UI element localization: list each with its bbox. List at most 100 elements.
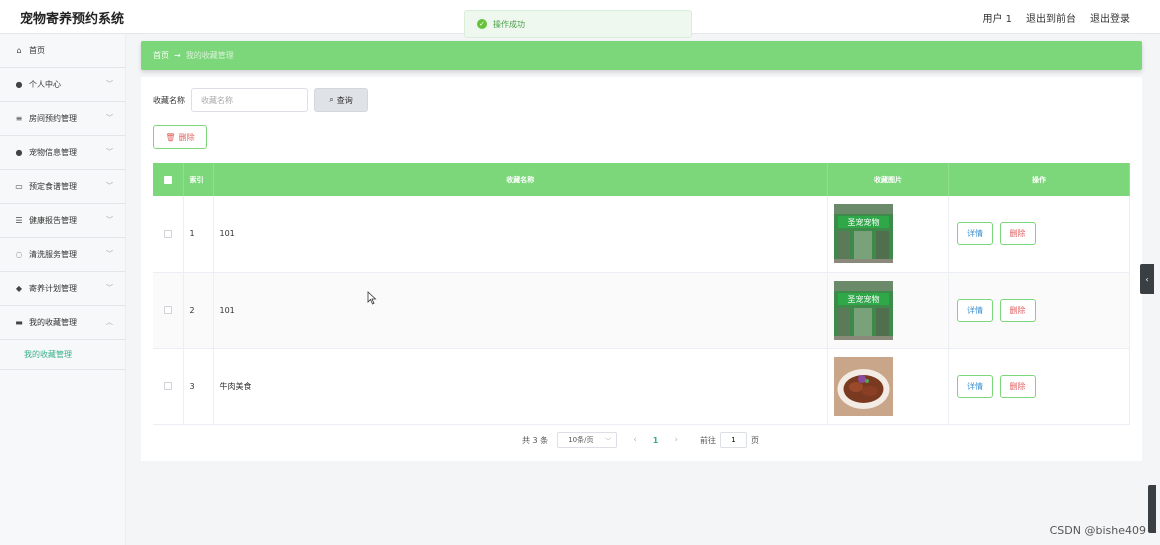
- watermark: CSDN @bishe409: [1049, 524, 1146, 537]
- search-icon: ⌕: [329, 95, 334, 104]
- page-size-select[interactable]: 10条/页 ﹀: [557, 432, 618, 448]
- row-ops-cell: 详情 删除: [948, 272, 1130, 349]
- breadcrumb-home[interactable]: 首页: [153, 50, 169, 61]
- user-icon: ●: [15, 148, 23, 157]
- row-name: 101: [213, 272, 828, 349]
- breadcrumb: 首页 → 我的收藏管理: [141, 41, 1142, 70]
- pagination: 共 3 条 10条/页 ﹀ ‹ 1 › 前往 页: [522, 432, 759, 448]
- sidebar-item-boarding-plan[interactable]: ◆ 寄养计划管理 ﹀: [0, 272, 125, 306]
- header-name[interactable]: 收藏名称: [213, 163, 828, 196]
- chevron-down-icon: ﹀: [106, 182, 113, 190]
- svg-text:圣宠宠物: 圣宠宠物: [848, 217, 880, 227]
- search-label: 收藏名称: [153, 95, 185, 105]
- list-icon: ≡: [15, 114, 23, 123]
- select-all-cell: [153, 163, 184, 196]
- row-ops-cell: 详情 删除: [948, 196, 1130, 273]
- favorites-table: 索引 收藏名称 收藏图片 操作 1 101 圣宠宠物 详情 删除 2 101 圣…: [153, 163, 1130, 425]
- chevron-down-icon: ﹀: [605, 438, 612, 445]
- chevron-down-icon: ﹀: [106, 284, 113, 292]
- sidebar-item-recipe[interactable]: ▭ 预定食谱管理 ﹀: [0, 170, 125, 204]
- page-number[interactable]: 1: [653, 436, 659, 445]
- message-icon: ▬: [15, 318, 23, 327]
- back-to-front-link[interactable]: 退出到前台: [1026, 10, 1076, 25]
- next-page-icon[interactable]: ›: [674, 435, 678, 445]
- row-checkbox[interactable]: [163, 382, 172, 390]
- search-button-label: 查询: [336, 95, 353, 105]
- breadcrumb-current: 我的收藏管理: [185, 51, 234, 60]
- sidebar-item-room-booking[interactable]: ≡ 房间预约管理 ﹀: [0, 102, 125, 136]
- storefront-photo[interactable]: 圣宠宠物: [834, 204, 893, 264]
- row-checkbox-cell: [153, 196, 184, 273]
- detail-button[interactable]: 详情: [957, 222, 993, 246]
- chevron-down-icon: ﹀: [106, 250, 113, 258]
- logout-link[interactable]: 退出登录: [1090, 10, 1130, 25]
- current-user[interactable]: 用户 1: [982, 10, 1012, 25]
- search-input[interactable]: [191, 88, 308, 112]
- sidebar-item-label: 健康报告管理: [29, 216, 77, 225]
- row-ops-cell: 详情 删除: [948, 348, 1130, 425]
- goto-page-input[interactable]: [719, 432, 747, 448]
- row-checkbox[interactable]: [163, 306, 172, 314]
- chevron-down-icon: ﹀: [106, 114, 113, 122]
- delete-button[interactable]: 删除: [999, 222, 1036, 246]
- svg-text:圣宠宠物: 圣宠宠物: [848, 294, 880, 304]
- chevron-left-icon: ‹: [1145, 274, 1149, 284]
- arrow-right-icon: →: [174, 51, 181, 60]
- search-button[interactable]: ⌕ 查询: [314, 88, 368, 112]
- header-index: 索引: [183, 163, 214, 196]
- app-title: 宠物寄养预约系统: [20, 12, 125, 27]
- delete-button[interactable]: 删除: [999, 374, 1036, 398]
- beef-dish-photo[interactable]: [834, 356, 893, 416]
- sidebar: ⌂ 首页 ● 个人中心 ﹀ ≡ 房间预约管理 ﹀ ● 宠物信息管理 ﹀ ▭ 预定…: [0, 34, 126, 545]
- goto-label: 前往: [699, 435, 716, 445]
- batch-delete-button[interactable]: 🗑 删除: [153, 125, 207, 149]
- header-image[interactable]: 收藏图片: [827, 163, 949, 196]
- row-image-cell: [827, 348, 949, 425]
- sliders-icon: ☰: [15, 216, 23, 225]
- sidebar-item-label: 清洗服务管理: [29, 250, 77, 259]
- header-ops: 操作: [948, 163, 1130, 196]
- power-icon: ◌: [15, 250, 23, 259]
- detail-button[interactable]: 详情: [957, 374, 993, 398]
- row-index: 1: [183, 196, 214, 273]
- sidebar-item-label: 房间预约管理: [29, 114, 77, 123]
- sidebar-item-label: 预定食谱管理: [29, 182, 77, 191]
- sidebar-item-personal-center[interactable]: ● 个人中心 ﹀: [0, 68, 125, 102]
- delete-button[interactable]: 删除: [999, 298, 1036, 322]
- row-checkbox-cell: [153, 272, 184, 349]
- sidebar-item-home[interactable]: ⌂ 首页: [0, 34, 125, 68]
- page-size-value: 10条/页: [568, 436, 594, 444]
- detail-button[interactable]: 详情: [957, 298, 993, 322]
- side-handle[interactable]: [1148, 485, 1156, 533]
- sidebar-item-health-report[interactable]: ☰ 健康报告管理 ﹀: [0, 204, 125, 238]
- header-links: 用户 1 退出到前台 退出登录: [982, 10, 1130, 25]
- row-index: 2: [183, 272, 214, 349]
- table-row: 3 牛肉美食 详情 删除: [153, 348, 1130, 425]
- table-row: 1 101 圣宠宠物 详情 删除: [153, 196, 1130, 273]
- success-toast: ✓ 操作成功: [464, 10, 692, 38]
- home-icon: ⌂: [16, 46, 22, 55]
- chevron-down-icon: ﹀: [106, 80, 113, 88]
- table-header-row: 索引 收藏名称 收藏图片 操作: [153, 163, 1130, 196]
- sidebar-item-pet-info[interactable]: ● 宠物信息管理 ﹀: [0, 136, 125, 170]
- row-name: 牛肉美食: [213, 348, 828, 425]
- prev-page-icon[interactable]: ‹: [633, 435, 637, 445]
- location-icon: ◆: [15, 284, 23, 293]
- trash-icon: 🗑: [165, 132, 176, 142]
- storefront-photo[interactable]: 圣宠宠物: [834, 280, 893, 340]
- page-unit: 页: [750, 435, 759, 445]
- chevron-down-icon: ﹀: [106, 216, 113, 224]
- select-all-checkbox[interactable]: [163, 175, 172, 184]
- sidebar-item-label: 寄养计划管理: [29, 284, 77, 293]
- chevron-up-icon: ︿: [106, 318, 113, 326]
- collapse-panel-tab[interactable]: ‹: [1140, 264, 1154, 294]
- sidebar-item-label: 宠物信息管理: [29, 148, 77, 157]
- sidebar-item-label: 个人中心: [29, 80, 61, 89]
- row-checkbox[interactable]: [163, 229, 172, 238]
- check-circle-icon: ✓: [477, 19, 487, 29]
- sidebar-item-favorites[interactable]: ▬ 我的收藏管理 ︿: [0, 306, 125, 340]
- mouse-cursor-icon: [367, 291, 377, 305]
- sidebar-subitem-favorites[interactable]: 我的收藏管理: [0, 340, 125, 370]
- search-row: 收藏名称 ⌕ 查询: [153, 88, 368, 112]
- sidebar-item-cleaning[interactable]: ◌ 清洗服务管理 ﹀: [0, 238, 125, 272]
